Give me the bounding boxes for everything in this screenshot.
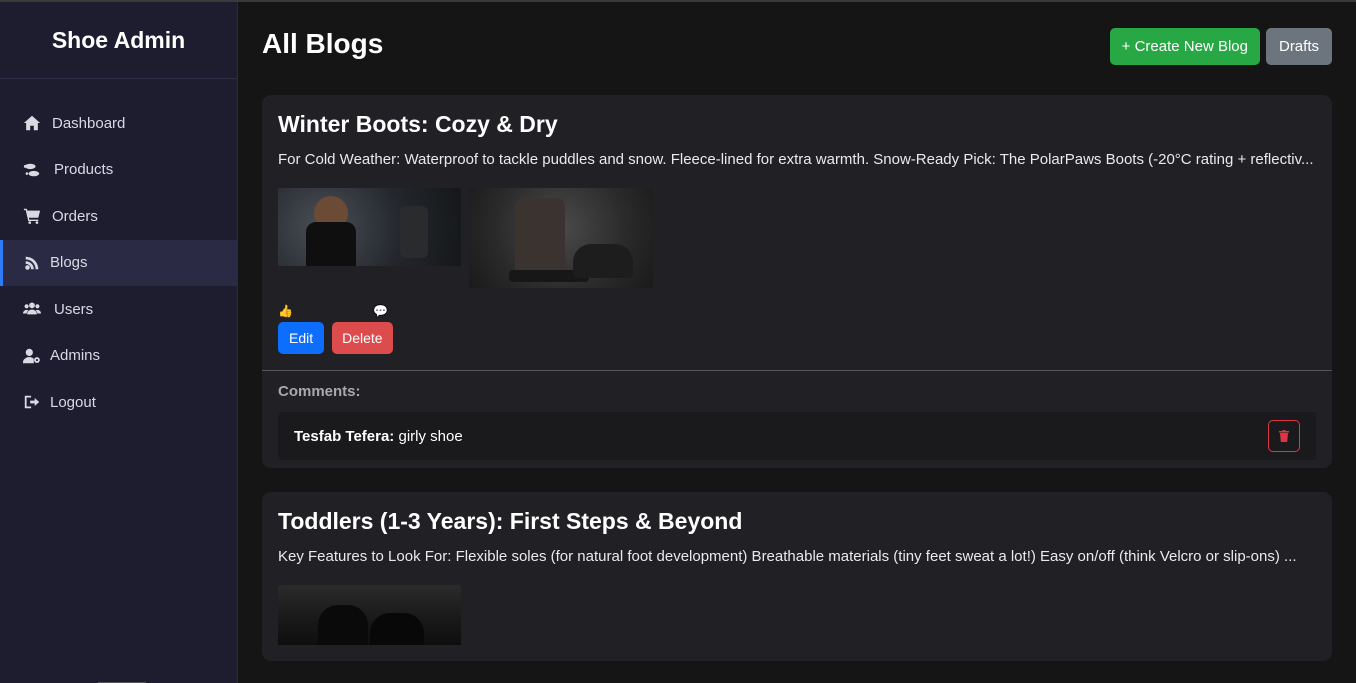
cart-icon [22, 207, 42, 225]
blog-title: Toddlers (1-3 Years): First Steps & Beyo… [278, 508, 743, 534]
logout-icon [22, 393, 42, 411]
comment-text: girly shoe [398, 427, 463, 445]
blog-card-body: Toddlers (1-3 Years): First Steps & Beyo… [262, 492, 1332, 661]
delete-button[interactable]: Delete [332, 322, 393, 354]
comment-item: Tesfab Tefera: girly shoe [278, 412, 1316, 460]
sidebar-item-label: Logout [50, 393, 96, 411]
edit-button[interactable]: Edit [278, 322, 325, 354]
trash-icon [1279, 430, 1289, 442]
create-blog-button[interactable]: + Create New Blog [1109, 28, 1260, 65]
sidebar-item-products[interactable]: Products [0, 147, 237, 194]
comments-title: Comments: [278, 383, 361, 400]
page-header: All Blogs + Create New Blog Drafts [262, 2, 1332, 92]
header-actions: + Create New Blog Drafts [1109, 28, 1332, 65]
comment-icon[interactable]: 💬 [373, 304, 388, 318]
sidebar-item-dashboard[interactable]: Dashboard [0, 100, 237, 147]
like-icon[interactable]: 👍 [278, 304, 293, 318]
blog-images [278, 188, 1316, 288]
blog-image [278, 188, 461, 266]
sidebar-item-label: Dashboard [52, 114, 126, 132]
sidebar-item-label: Products [54, 161, 114, 179]
user-gear-icon [22, 347, 42, 365]
blog-card: Winter Boots: Cozy & Dry For Cold Weathe… [262, 95, 1332, 468]
comments-section: Comments: Tesfab Tefera: girly shoe [262, 370, 1332, 468]
users-icon [22, 300, 42, 318]
blog-excerpt: Key Features to Look For: Flexible soles… [278, 548, 1297, 565]
comment-content: Tesfab Tefera: girly shoe [294, 428, 463, 445]
sidebar-item-users[interactable]: Users [0, 286, 237, 333]
sidebar-nav: Dashboard Products Orders Blogs Users Ad… [0, 100, 237, 426]
blog-icon [22, 254, 42, 272]
blog-actions: Edit Delete [278, 322, 1316, 354]
sidebar-item-label: Blogs [50, 254, 88, 272]
blog-card-body: Winter Boots: Cozy & Dry For Cold Weathe… [262, 95, 1332, 370]
blog-images [278, 585, 1316, 645]
sidebar-item-label: Orders [52, 207, 98, 225]
blog-card: Toddlers (1-3 Years): First Steps & Beyo… [262, 492, 1332, 661]
brand-title: Shoe Admin [0, 2, 237, 79]
blog-excerpt: For Cold Weather: Waterproof to tackle p… [278, 151, 1314, 168]
blog-stats: 👍 💬 [278, 302, 1316, 320]
delete-comment-button[interactable] [1268, 420, 1300, 452]
sidebar-item-label: Admins [50, 347, 101, 365]
blog-image [278, 585, 461, 645]
blog-title: Winter Boots: Cozy & Dry [278, 111, 558, 137]
sidebar: Shoe Admin Dashboard Products Orders Blo… [0, 2, 238, 683]
page-title: All Blogs [262, 28, 384, 59]
shoe-prints-icon [22, 161, 42, 179]
sidebar-item-blogs[interactable]: Blogs [0, 239, 237, 286]
main-content: All Blogs + Create New Blog Drafts Winte… [238, 2, 1356, 683]
home-icon [22, 114, 42, 132]
sidebar-item-logout[interactable]: Logout [0, 379, 237, 426]
sidebar-item-admins[interactable]: Admins [0, 333, 237, 380]
blog-image [469, 188, 653, 288]
sidebar-item-orders[interactable]: Orders [0, 193, 237, 240]
drafts-button[interactable]: Drafts [1265, 28, 1332, 65]
sidebar-item-label: Users [54, 300, 94, 318]
comment-author: Tesfab Tefera: [294, 427, 395, 445]
